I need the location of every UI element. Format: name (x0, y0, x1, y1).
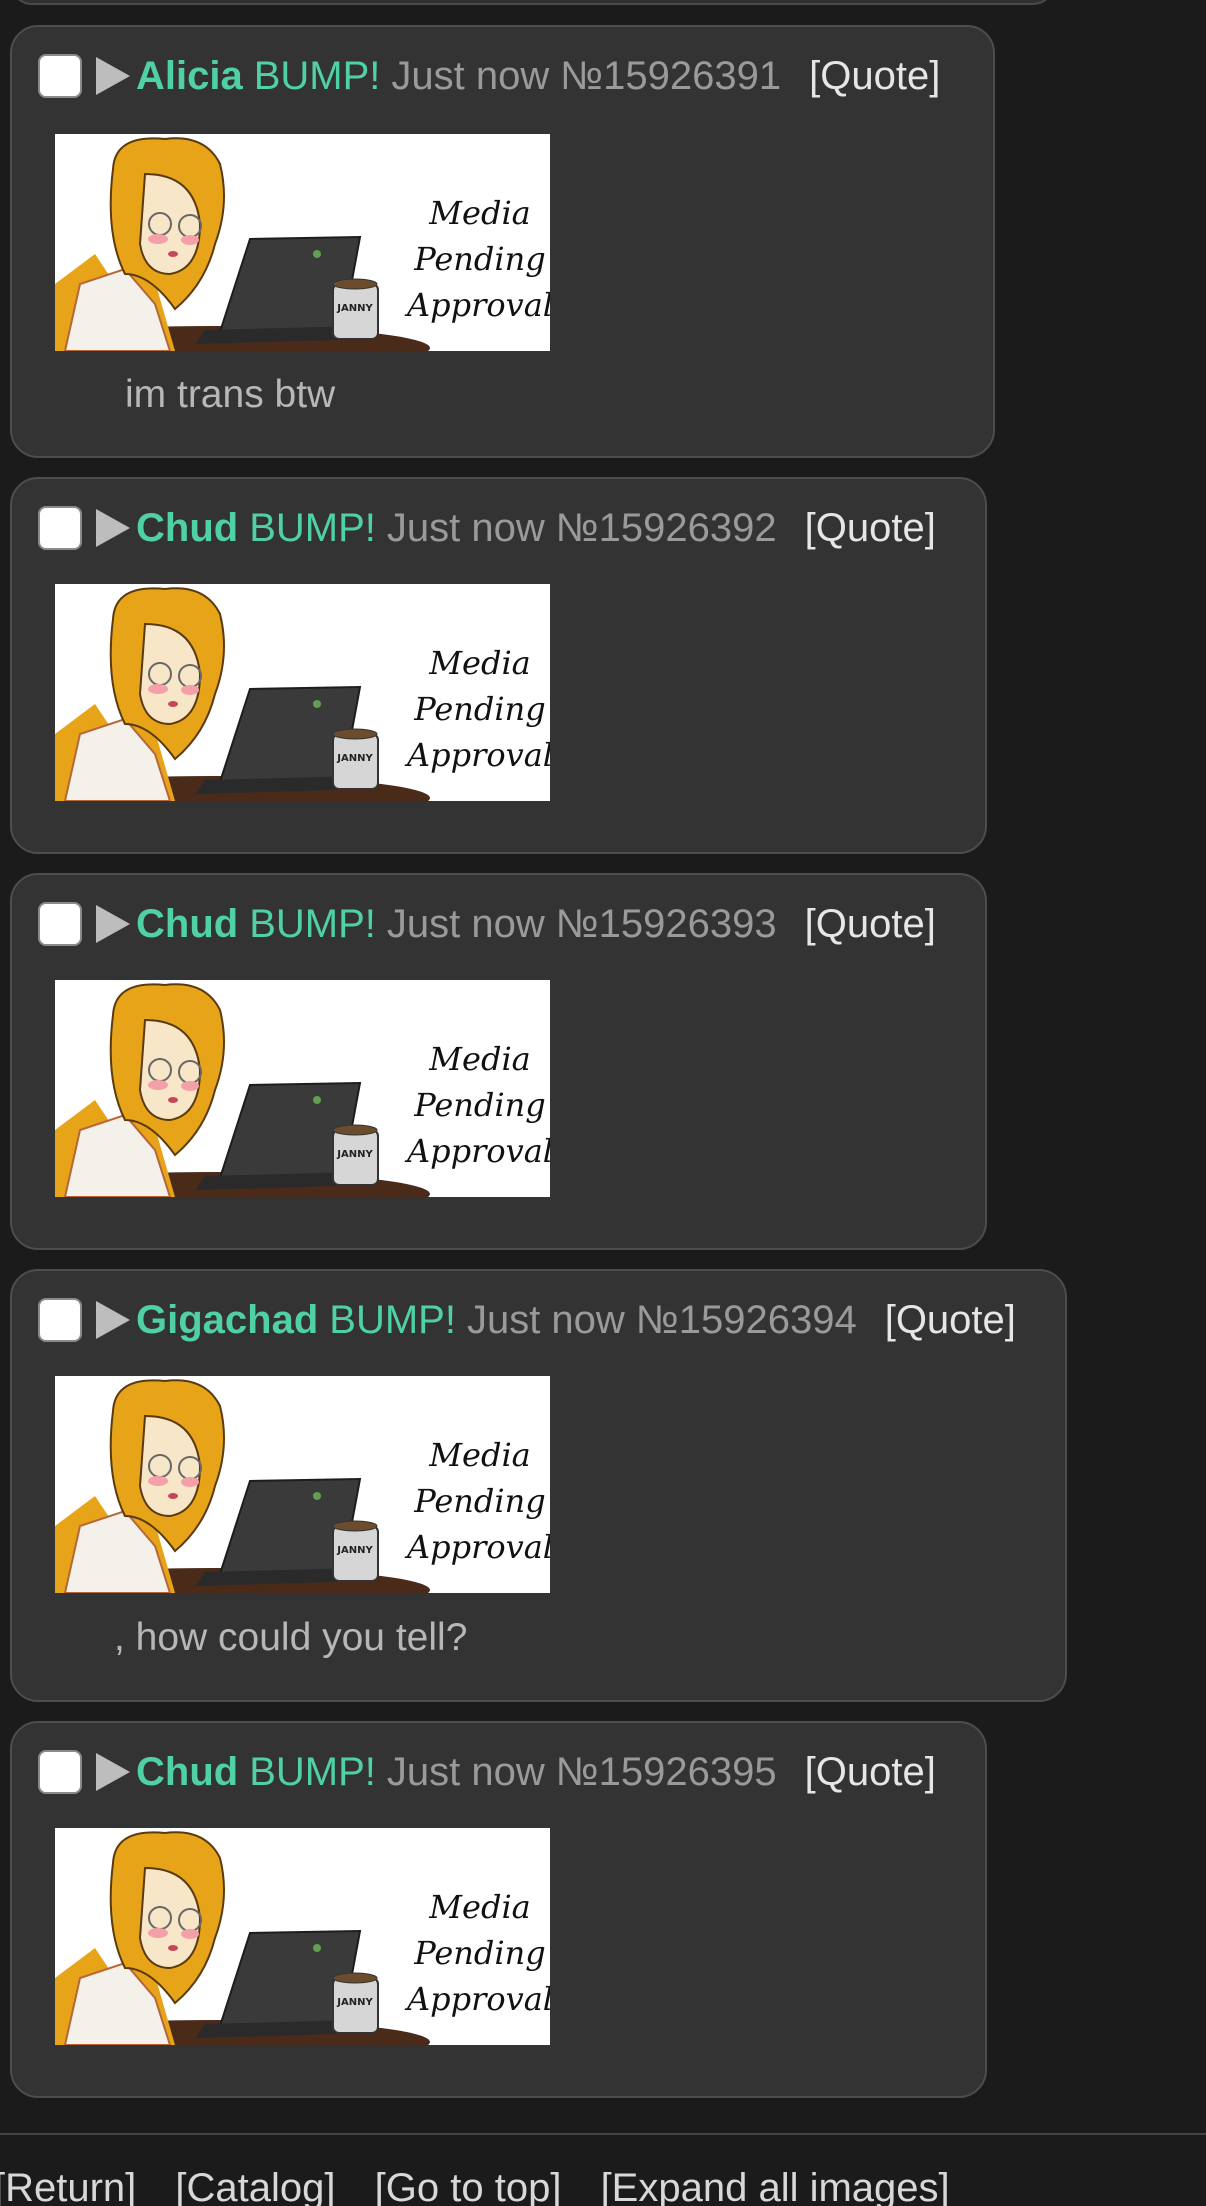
media-text-line-2: Pending (413, 1482, 545, 1520)
poster-name: Chud (136, 902, 239, 946)
poster-name: Gigachad (136, 1298, 319, 1342)
post-image-thumbnail[interactable]: JANNY Media Pending Approval (55, 584, 550, 801)
post-time: Just now (386, 1750, 545, 1794)
post-header: Alicia BUMP! Just now №15926391 [Quote] (38, 51, 940, 101)
post: Chud BUMP! Just now №15926393 [Quote] JA… (10, 873, 987, 1250)
thread-footer-nav: [Return] [Catalog] [Go to top] [Expand a… (0, 2166, 978, 2206)
media-text-line-2: Pending (413, 690, 545, 728)
quote-link[interactable]: [Quote] (885, 1295, 1016, 1345)
expand-triangle-icon[interactable] (96, 509, 130, 547)
poster-name: Alicia (136, 54, 243, 98)
post-image-thumbnail[interactable]: JANNY Media Pending Approval (55, 980, 550, 1197)
mug-text: JANNY (336, 1149, 373, 1160)
post-number-link[interactable]: №15926392 (556, 503, 777, 553)
bump-label: BUMP! (253, 54, 381, 98)
post-number-link[interactable]: №15926394 (636, 1295, 857, 1345)
thread-page: Alicia BUMP! Just now №15926391 [Quote] (0, 0, 1206, 2206)
media-text-line-1: Media (428, 1040, 531, 1078)
footer-divider (0, 2133, 1206, 2135)
media-text-line-3: Approval (404, 286, 550, 324)
post-time: Just now (391, 54, 550, 98)
poster-name: Chud (136, 506, 239, 550)
post: Chud BUMP! Just now №15926395 [Quote] JA… (10, 1721, 987, 2098)
post-image-thumbnail[interactable]: JANNY Media Pending Approval (55, 134, 550, 351)
post-select-checkbox[interactable] (38, 506, 82, 550)
expand-triangle-icon[interactable] (96, 905, 130, 943)
expand-triangle-icon[interactable] (96, 57, 130, 95)
bump-label: BUMP! (249, 506, 376, 550)
post-header: Chud BUMP! Just now №15926393 [Quote] (38, 899, 936, 949)
media-pending-approval-image: JANNY Media Pending Approval (55, 1828, 550, 2045)
post: Chud BUMP! Just now №15926392 [Quote] JA… (10, 477, 987, 854)
bump-label: BUMP! (249, 902, 376, 946)
post-header: Chud BUMP! Just now №15926395 [Quote] (38, 1747, 936, 1797)
post-message: , how could you tell? (114, 1616, 468, 1659)
media-pending-approval-image: JANNY Media Pending Approval (55, 584, 550, 801)
expand-all-images-link[interactable]: [Expand all images] (601, 2166, 950, 2206)
post-header: Gigachad BUMP! Just now №15926394 [Quote… (38, 1295, 1016, 1345)
post-select-checkbox[interactable] (38, 902, 82, 946)
quote-link[interactable]: [Quote] (805, 1747, 936, 1797)
expand-triangle-icon[interactable] (96, 1301, 130, 1339)
post-image-thumbnail[interactable]: JANNY Media Pending Approval (55, 1828, 550, 2045)
bump-label: BUMP! (249, 1750, 376, 1794)
media-pending-approval-image: JANNY Media Pending Approval (55, 1376, 550, 1593)
mug-text: JANNY (336, 753, 373, 764)
quote-link[interactable]: [Quote] (809, 51, 940, 101)
mug-text: JANNY (336, 303, 373, 314)
media-pending-approval-image: JANNY Media Pending Approval (55, 134, 550, 351)
post-time: Just now (386, 506, 545, 550)
post: Alicia BUMP! Just now №15926391 [Quote] (10, 25, 995, 458)
mug-text: JANNY (336, 1997, 373, 2008)
media-text-line-3: Approval (404, 736, 550, 774)
media-text-line-1: Media (428, 194, 531, 232)
post-message: im trans btw (125, 373, 336, 416)
media-text-line-1: Media (428, 1888, 531, 1926)
media-text-line-2: Pending (413, 1934, 545, 1972)
post-time: Just now (386, 902, 545, 946)
quote-link[interactable]: [Quote] (805, 899, 936, 949)
post-select-checkbox[interactable] (38, 54, 82, 98)
post-header: Chud BUMP! Just now №15926392 [Quote] (38, 503, 936, 553)
media-text-line-3: Approval (404, 1980, 550, 2018)
bump-label: BUMP! (329, 1298, 456, 1342)
media-text-line-1: Media (428, 1436, 531, 1474)
post-number-link[interactable]: №15926391 (560, 51, 781, 101)
post: Gigachad BUMP! Just now №15926394 [Quote… (10, 1269, 1067, 1702)
media-text-line-2: Pending (413, 240, 545, 278)
media-text-line-3: Approval (404, 1528, 550, 1566)
post-time: Just now (466, 1298, 625, 1342)
post-number-link[interactable]: №15926393 (556, 899, 777, 949)
return-link[interactable]: [Return] (0, 2166, 136, 2206)
mug-text: JANNY (336, 1545, 373, 1556)
media-text-line-1: Media (428, 644, 531, 682)
post-select-checkbox[interactable] (38, 1298, 82, 1342)
expand-triangle-icon[interactable] (96, 1753, 130, 1791)
poster-name: Chud (136, 1750, 239, 1794)
post-number-link[interactable]: №15926395 (556, 1747, 777, 1797)
previous-post-edge (10, 0, 1055, 5)
media-text-line-3: Approval (404, 1132, 550, 1170)
post-select-checkbox[interactable] (38, 1750, 82, 1794)
media-text-line-2: Pending (413, 1086, 545, 1124)
media-pending-approval-image: JANNY Media Pending Approval (55, 980, 550, 1197)
go-to-top-link[interactable]: [Go to top] (375, 2166, 562, 2206)
catalog-link[interactable]: [Catalog] (175, 2166, 335, 2206)
quote-link[interactable]: [Quote] (805, 503, 936, 553)
post-image-thumbnail[interactable]: JANNY Media Pending Approval (55, 1376, 550, 1593)
